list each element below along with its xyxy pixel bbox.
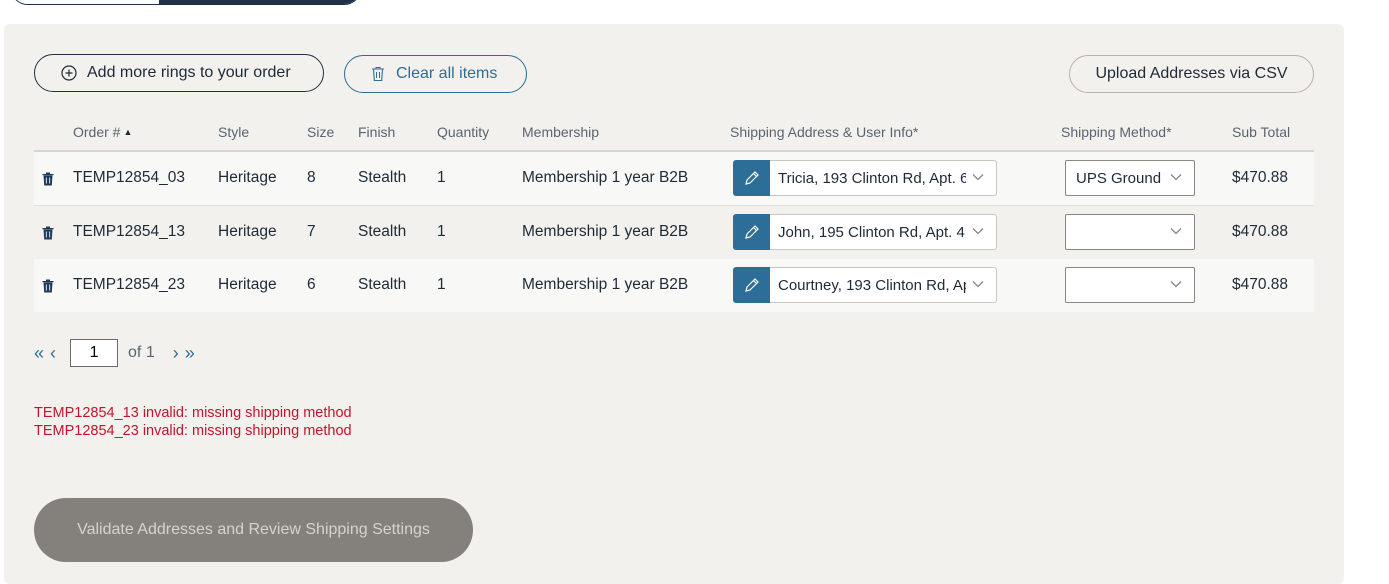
- shipping-address-field: John, 195 Clinton Rd, Apt. 4: [733, 214, 997, 250]
- shipping-method-select[interactable]: [1065, 267, 1195, 303]
- delete-row-icon[interactable]: [42, 279, 54, 293]
- address-select[interactable]: Courtney, 193 Clinton Rd, Apt.: [770, 267, 997, 303]
- style-cell: Heritage: [218, 276, 277, 293]
- address-select[interactable]: John, 195 Clinton Rd, Apt. 4: [770, 214, 997, 250]
- shipping-method-select[interactable]: UPS Ground: [1065, 160, 1195, 196]
- finish-cell: Stealth: [358, 223, 407, 240]
- table-row: TEMP12854_03 Heritage 8 Stealth 1 Member…: [34, 152, 1314, 205]
- header-subtotal: Sub Total: [1232, 124, 1291, 140]
- header-order[interactable]: Order # ▲: [73, 124, 132, 140]
- first-page-icon[interactable]: «: [34, 343, 44, 364]
- prev-page-icon[interactable]: ‹: [50, 343, 56, 364]
- table-row: TEMP12854_23 Heritage 6 Stealth 1 Member…: [34, 259, 1314, 312]
- header-style: Style: [218, 124, 250, 140]
- membership-cell: Membership 1 year B2B: [522, 169, 689, 186]
- pencil-icon: [744, 278, 759, 292]
- style-cell: Heritage: [218, 169, 277, 186]
- subtotal-cell: $470.88: [1232, 169, 1289, 186]
- error-message: TEMP12854_23 invalid: missing shipping m…: [34, 423, 352, 439]
- order-number: TEMP12854_13: [73, 223, 186, 240]
- page-number-input[interactable]: [70, 339, 119, 367]
- finish-cell: Stealth: [358, 169, 407, 186]
- chevron-down-icon: [1170, 281, 1182, 288]
- header-shipping-address: Shipping Address & User Info*: [730, 124, 919, 140]
- subtotal-cell: $470.88: [1232, 223, 1289, 240]
- table-header: Order # ▲ Style Size Finish Quantity Memb…: [34, 124, 1314, 152]
- address-select[interactable]: Tricia, 193 Clinton Rd, Apt. 6: [770, 160, 997, 196]
- add-rings-label: Add more rings to your order: [87, 64, 291, 81]
- validation-errors: TEMP12854_13 invalid: missing shipping m…: [34, 404, 352, 440]
- shipping-method-value: UPS Ground: [1076, 170, 1162, 187]
- clear-all-label: Clear all items: [396, 65, 498, 82]
- size-cell: 7: [307, 223, 316, 240]
- edit-address-button[interactable]: [733, 214, 770, 250]
- chevron-down-icon: [972, 228, 984, 235]
- trash-icon: [372, 66, 384, 82]
- upload-csv-button[interactable]: Upload Addresses via CSV: [1069, 55, 1314, 93]
- shipping-address-field: Courtney, 193 Clinton Rd, Apt.: [733, 267, 997, 303]
- size-cell: 6: [307, 276, 316, 293]
- view-toggle-option-2[interactable]: [160, 0, 361, 4]
- address-value: Courtney, 193 Clinton Rd, Apt.: [778, 277, 966, 294]
- pagination: « ‹ of 1 › »: [34, 338, 195, 368]
- header-quantity: Quantity: [437, 124, 490, 140]
- address-value: John, 195 Clinton Rd, Apt. 4: [778, 224, 965, 241]
- header-finish: Finish: [358, 124, 396, 140]
- header-size: Size: [307, 124, 335, 140]
- last-page-icon[interactable]: »: [185, 343, 195, 364]
- shipping-address-field: Tricia, 193 Clinton Rd, Apt. 6: [733, 160, 997, 196]
- edit-address-button[interactable]: [733, 267, 770, 303]
- order-number: TEMP12854_23: [73, 276, 186, 293]
- shipping-method-select[interactable]: [1065, 214, 1195, 250]
- header-shipping-method: Shipping Method*: [1061, 124, 1172, 140]
- plus-circle-icon: [61, 65, 77, 81]
- size-cell: 8: [307, 169, 316, 186]
- chevron-down-icon: [1170, 174, 1182, 181]
- sort-asc-icon: ▲: [123, 127, 133, 137]
- address-value: Tricia, 193 Clinton Rd, Apt. 6: [778, 170, 966, 187]
- chevron-down-icon: [972, 174, 984, 181]
- quantity-cell: 1: [437, 169, 446, 186]
- membership-cell: Membership 1 year B2B: [522, 223, 689, 240]
- clear-all-button[interactable]: Clear all items: [344, 55, 527, 93]
- view-toggle[interactable]: [10, 0, 362, 5]
- finish-cell: Stealth: [358, 276, 407, 293]
- view-toggle-option-1[interactable]: [11, 0, 160, 4]
- pencil-icon: [744, 171, 759, 185]
- delete-row-icon[interactable]: [42, 172, 54, 186]
- page-total: of 1: [128, 344, 155, 361]
- next-page-icon[interactable]: ›: [173, 343, 179, 364]
- add-rings-button[interactable]: Add more rings to your order: [34, 54, 324, 92]
- chevron-down-icon: [1170, 228, 1182, 235]
- error-message: TEMP12854_13 invalid: missing shipping m…: [34, 405, 352, 421]
- delete-row-icon[interactable]: [42, 226, 54, 240]
- chevron-down-icon: [972, 281, 984, 288]
- order-panel: Add more rings to your order Clear all i…: [4, 24, 1344, 584]
- validate-addresses-button[interactable]: Validate Addresses and Review Shipping S…: [34, 498, 473, 562]
- upload-csv-label: Upload Addresses via CSV: [1095, 65, 1288, 82]
- quantity-cell: 1: [437, 276, 446, 293]
- edit-address-button[interactable]: [733, 160, 770, 196]
- table-row: TEMP12854_13 Heritage 7 Stealth 1 Member…: [34, 205, 1314, 260]
- order-number: TEMP12854_03: [73, 169, 186, 186]
- pencil-icon: [744, 225, 759, 239]
- membership-cell: Membership 1 year B2B: [522, 276, 689, 293]
- subtotal-cell: $470.88: [1232, 276, 1289, 293]
- quantity-cell: 1: [437, 223, 446, 240]
- style-cell: Heritage: [218, 223, 277, 240]
- header-membership: Membership: [522, 124, 600, 140]
